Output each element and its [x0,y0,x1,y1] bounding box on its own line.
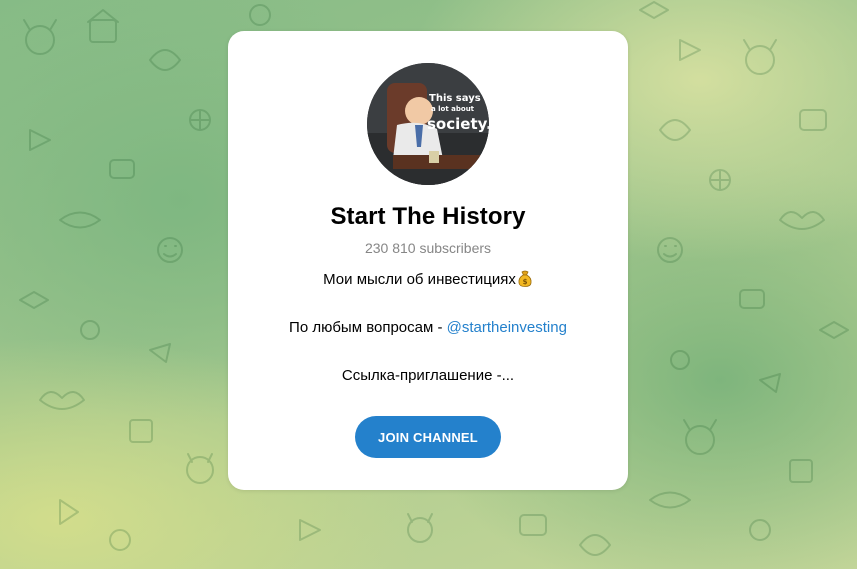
channel-card: This says a lot about society. Start The… [228,31,628,490]
subscriber-count: 230 810 subscribers [364,240,492,256]
channel-avatar: This says a lot about society. [367,63,489,185]
avatar-caption-2: a lot about [431,105,475,113]
contact-username-link[interactable]: @startheinvesting [447,319,567,336]
description-line-3: Ссылка-приглашение -... [341,367,515,384]
avatar-caption-1: This says [429,93,481,104]
description-line-2: По любым вопросам - @startheinvesting [248,318,608,337]
description-line-2-text: По любым вопросам - [289,319,447,336]
description-line-1-text: Мои мысли об инвестициях [323,271,516,288]
avatar-caption-3: society. [427,115,489,133]
svg-text:$: $ [522,278,527,286]
channel-description: Мои мысли об инвестициях $ По любым вопр… [248,270,608,385]
description-line-1: Мои мысли об инвестициях $ [248,270,608,289]
channel-title: Start The History [330,203,526,230]
money-bag-icon: $ [518,270,532,287]
join-channel-button[interactable]: JOIN CHANNEL [355,416,501,458]
